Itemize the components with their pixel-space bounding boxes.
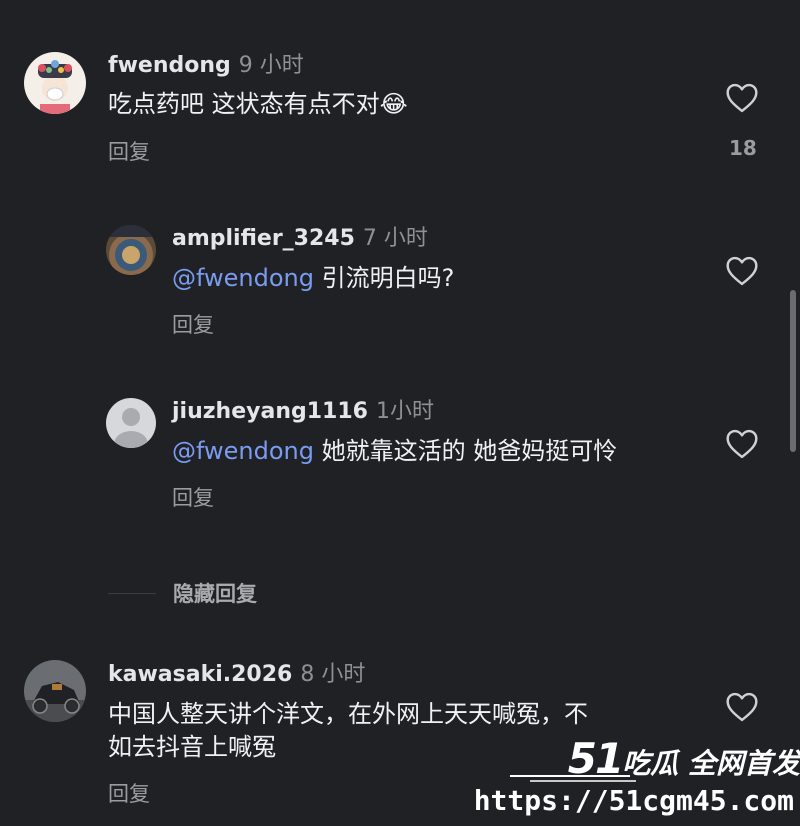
reply-button[interactable]: 回复 bbox=[108, 780, 150, 808]
comment-header: kawasaki.2026 8 小时 bbox=[108, 660, 365, 690]
comment-text-line-2: 如去抖音上喊冤 bbox=[108, 733, 276, 761]
timestamp: 1小时 bbox=[375, 399, 434, 424]
comment-header: jiuzheyang1116 1小时 bbox=[172, 397, 434, 427]
comment-body: 引流明白吗? bbox=[314, 264, 455, 292]
heart-icon bbox=[726, 83, 758, 113]
username[interactable]: fwendong bbox=[108, 53, 231, 78]
comment-header: fwendong 9 小时 bbox=[108, 51, 304, 81]
username[interactable]: kawasaki.2026 bbox=[108, 662, 292, 687]
avatar[interactable] bbox=[24, 52, 86, 114]
like-button[interactable] bbox=[724, 83, 760, 113]
watermark-tagline: 吃瓜 全网首发 bbox=[622, 747, 800, 780]
comment-text: @fwendong 引流明白吗? bbox=[172, 261, 454, 295]
avatar[interactable] bbox=[24, 660, 86, 722]
divider bbox=[108, 593, 156, 594]
mention-link[interactable]: @fwendong bbox=[172, 437, 314, 465]
comment-text: 吃点药吧 这状态有点不对😂 bbox=[108, 90, 408, 118]
like-count: 18 bbox=[729, 136, 757, 160]
watermark-lines bbox=[510, 775, 636, 782]
reply-button[interactable]: 回复 bbox=[172, 484, 214, 512]
heart-icon bbox=[726, 256, 758, 286]
watermark-url: https://51cgm45.com bbox=[473, 784, 794, 817]
hide-replies-button[interactable]: 隐藏回复 bbox=[173, 580, 257, 608]
watermark: 51吃瓜 全网首发 https://51cgm45.com bbox=[474, 724, 800, 826]
comment-header: amplifier_3245 7 小时 bbox=[172, 224, 428, 254]
heart-icon bbox=[726, 692, 758, 722]
username[interactable]: amplifier_3245 bbox=[172, 226, 355, 251]
like-button[interactable] bbox=[724, 692, 760, 722]
like-button[interactable] bbox=[724, 256, 760, 286]
comments-page: fwendong 9 小时 吃点药吧 这状态有点不对😂 回复 18 amplifi… bbox=[0, 0, 800, 826]
avatar[interactable] bbox=[106, 398, 156, 448]
scrollbar[interactable] bbox=[790, 290, 796, 452]
reply-button[interactable]: 回复 bbox=[172, 311, 214, 339]
heart-icon bbox=[726, 429, 758, 459]
avatar[interactable] bbox=[106, 225, 156, 275]
comment-text: @fwendong 她就靠这活的 她爸妈挺可怜 bbox=[172, 434, 617, 468]
timestamp: 7 小时 bbox=[362, 226, 428, 251]
comment-body: 她就靠这活的 她爸妈挺可怜 bbox=[314, 437, 618, 465]
timestamp: 9 小时 bbox=[238, 53, 304, 78]
username[interactable]: jiuzheyang1116 bbox=[172, 399, 368, 424]
timestamp: 8 小时 bbox=[300, 662, 366, 687]
reply-button[interactable]: 回复 bbox=[108, 138, 150, 166]
like-button[interactable] bbox=[724, 429, 760, 459]
mention-link[interactable]: @fwendong bbox=[172, 264, 314, 292]
